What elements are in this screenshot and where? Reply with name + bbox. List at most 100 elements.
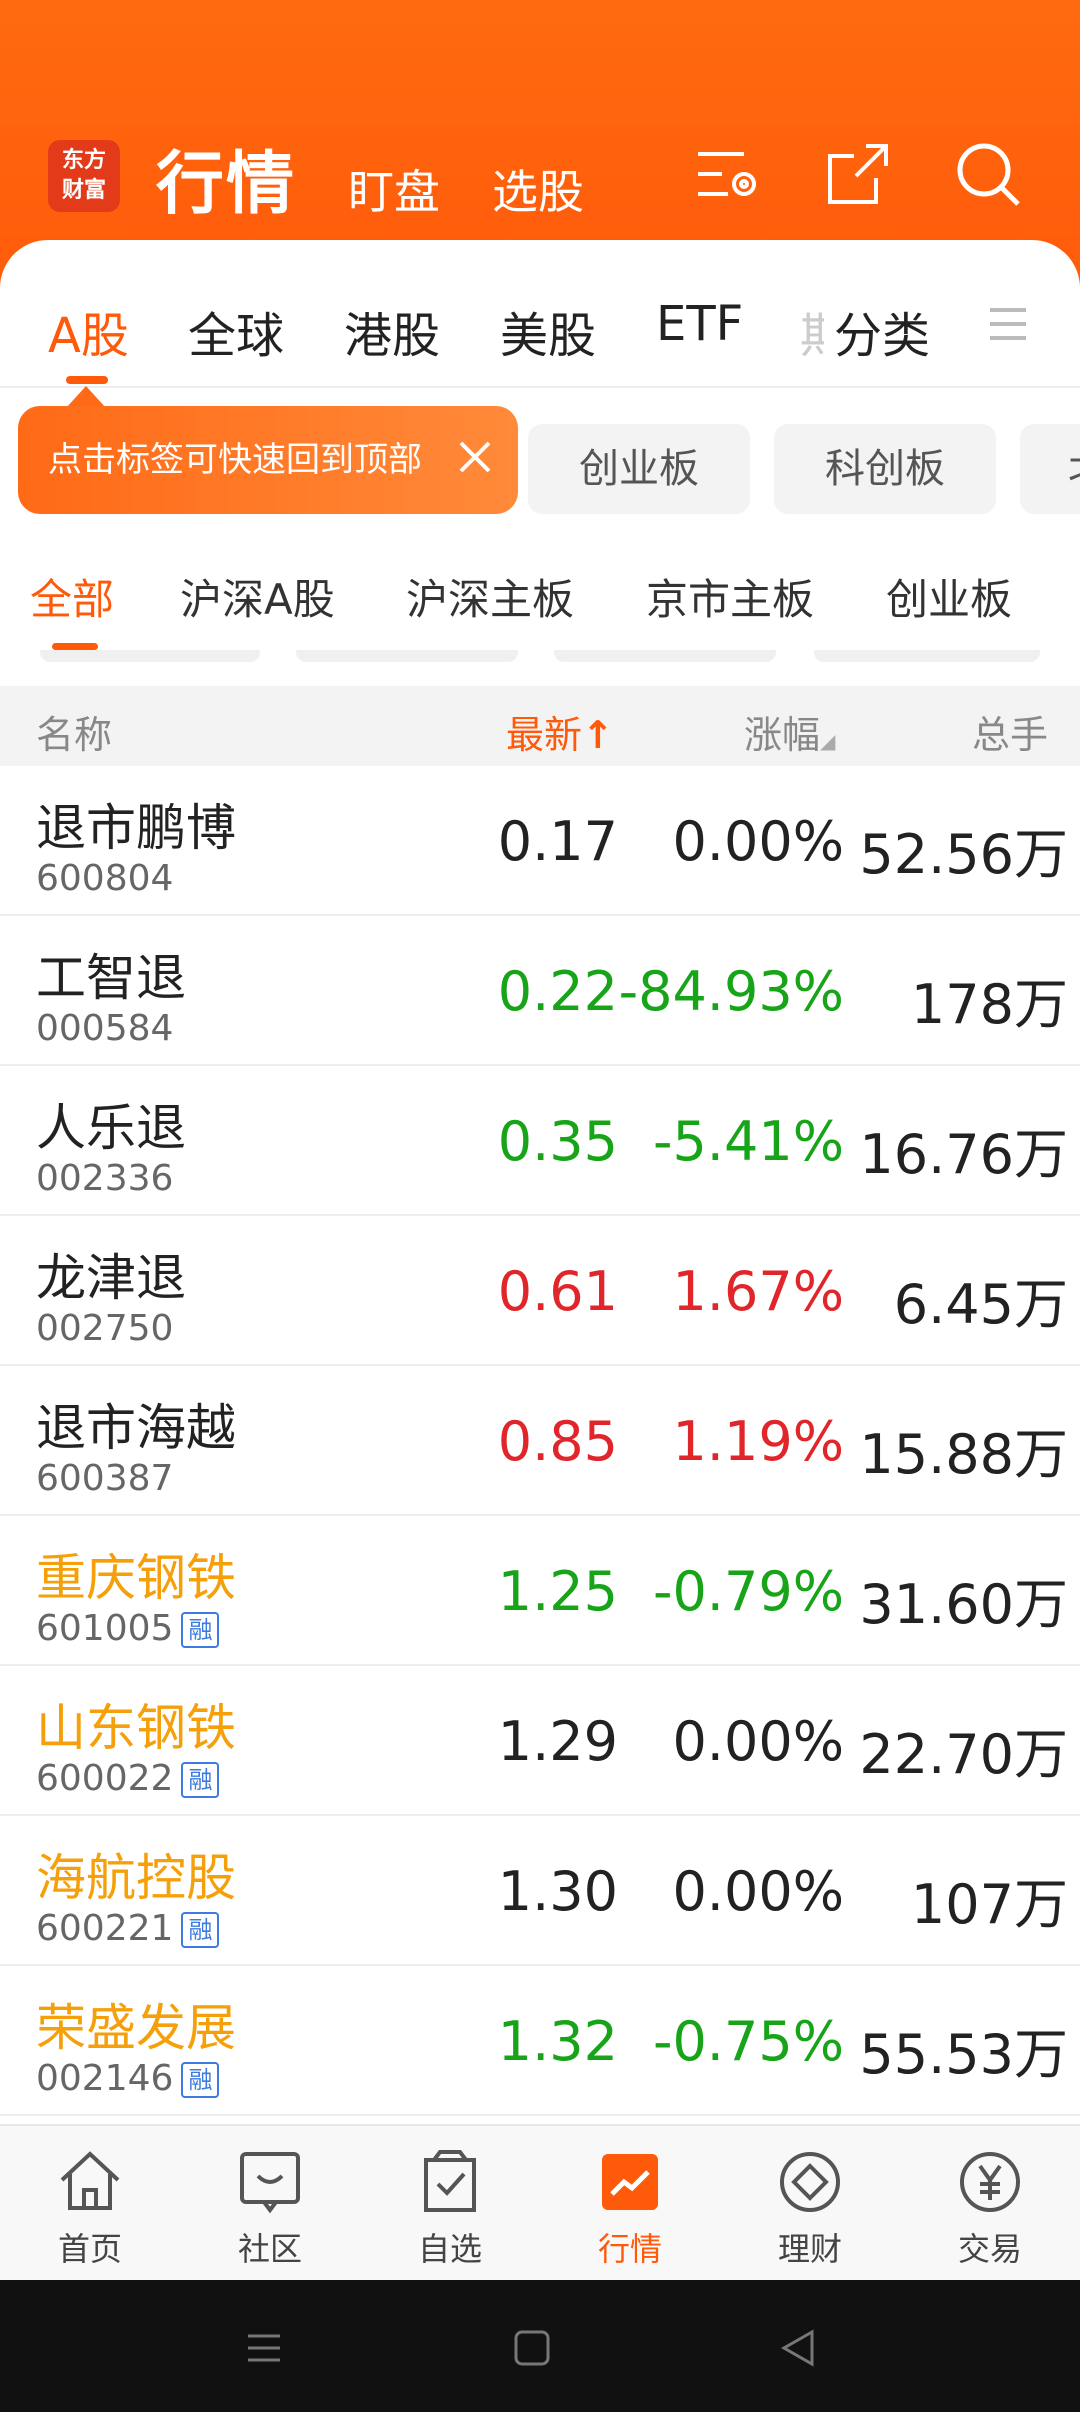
stock-code: 002750 bbox=[36, 1308, 174, 1349]
table-row[interactable]: 退市海越 600387 0.85 1.19% 15.88万 bbox=[0, 1366, 1080, 1516]
column-change[interactable]: 涨幅◢ bbox=[744, 704, 835, 759]
nav-watchlist[interactable]: 自选 bbox=[360, 2126, 540, 2282]
stock-volume: 31.60万 bbox=[859, 1573, 1068, 1636]
nav-community[interactable]: 社区 bbox=[180, 2126, 360, 2282]
subtab-bj-main[interactable]: 京市主板 bbox=[646, 566, 814, 627]
table-row[interactable]: 龙津退 002750 0.61 1.67% 6.45万 bbox=[0, 1216, 1080, 1366]
chip-bse-partial[interactable]: 北 bbox=[1020, 424, 1080, 514]
customize-settings-icon[interactable] bbox=[692, 138, 764, 210]
stock-code: 600387 bbox=[36, 1458, 174, 1499]
nav-wealth[interactable]: 理财 bbox=[720, 2126, 900, 2282]
scroll-top-tooltip: 点击标签可快速回到顶部 bbox=[18, 406, 518, 514]
table-row[interactable]: 工智退 000584 0.22 -84.93% 178万 bbox=[0, 916, 1080, 1066]
stock-name: 退市海越 bbox=[36, 1399, 236, 1457]
margin-badge: 融 bbox=[181, 1612, 220, 1648]
community-icon bbox=[234, 2146, 306, 2218]
stock-code: 601005 bbox=[36, 1608, 174, 1649]
nav-market[interactable]: 行情 bbox=[540, 2126, 720, 2282]
app-logo[interactable]: 东方 财富 bbox=[48, 140, 120, 212]
tab-etf[interactable]: ETF bbox=[656, 296, 743, 352]
column-latest-label: 最新 bbox=[506, 713, 583, 757]
stock-name: 人乐退 bbox=[36, 1099, 186, 1157]
stock-change: -0.75% bbox=[652, 2010, 844, 2073]
divider bbox=[0, 386, 1080, 388]
bottom-nav: 首页 社区 自选 行情 理财 交易 bbox=[0, 2124, 1080, 2280]
collapsed-chip-edge bbox=[814, 650, 1040, 662]
stock-code-wrap: 002336 bbox=[36, 1158, 173, 1199]
stock-volume: 52.56万 bbox=[859, 823, 1068, 886]
tab-category[interactable]: 分类 bbox=[834, 296, 930, 366]
home-icon bbox=[54, 2146, 126, 2218]
collapsed-chip-edge bbox=[296, 650, 518, 662]
tab-us[interactable]: 美股 bbox=[500, 296, 596, 366]
nav-home-label: 首页 bbox=[57, 2230, 122, 2268]
table-row[interactable]: 荣盛发展 002146 融 1.32 -0.75% 55.53万 bbox=[0, 1966, 1080, 2116]
stock-code-wrap: 002146 融 bbox=[36, 2058, 220, 2099]
nav-trade[interactable]: 交易 bbox=[900, 2126, 1080, 2282]
logo-line1: 东方 bbox=[61, 148, 106, 173]
tab-a-shares[interactable]: A股 bbox=[48, 296, 129, 366]
nav-watchlist-label: 自选 bbox=[417, 2230, 482, 2268]
subtab-all[interactable]: 全部 bbox=[30, 566, 114, 627]
stock-name: 龙津退 bbox=[36, 1249, 186, 1307]
stock-name: 退市鹏博 bbox=[36, 799, 236, 857]
stock-change: 1.67% bbox=[672, 1260, 844, 1323]
page-title: 行情 bbox=[156, 145, 297, 224]
stock-volume: 15.88万 bbox=[859, 1423, 1068, 1486]
stock-code-wrap: 600387 bbox=[36, 1458, 173, 1499]
watch-link[interactable]: 盯盘 bbox=[348, 156, 440, 222]
table-header: 名称 最新↑ 涨幅◢ 总手 bbox=[0, 686, 1080, 766]
tab-global[interactable]: 全球 bbox=[188, 296, 284, 366]
stock-code: 002336 bbox=[36, 1158, 174, 1199]
column-latest[interactable]: 最新↑ bbox=[506, 704, 614, 759]
tooltip-text: 点击标签可快速回到顶部 bbox=[48, 440, 422, 480]
system-nav-bar bbox=[0, 2280, 1080, 2412]
table-row[interactable]: 人乐退 002336 0.35 -5.41% 16.76万 bbox=[0, 1066, 1080, 1216]
column-change-label: 涨幅 bbox=[744, 713, 821, 757]
share-icon[interactable] bbox=[822, 138, 894, 210]
logo-line2: 财富 bbox=[61, 178, 106, 203]
stock-change: -5.41% bbox=[652, 1110, 844, 1173]
subtab-hs-main[interactable]: 沪深主板 bbox=[406, 566, 574, 627]
table-row[interactable]: 山东钢铁 600022 融 1.29 0.00% 22.70万 bbox=[0, 1666, 1080, 1816]
chip-star[interactable]: 科创板 bbox=[774, 424, 996, 514]
stock-name: 海航控股 bbox=[36, 1849, 236, 1907]
stock-price: 0.22 bbox=[497, 960, 618, 1023]
stock-price: 1.25 bbox=[497, 1560, 618, 1623]
stock-price: 1.29 bbox=[497, 1710, 618, 1773]
stock-change: 0.00% bbox=[672, 810, 844, 873]
nav-market-label: 行情 bbox=[597, 2230, 662, 2268]
close-icon[interactable] bbox=[455, 437, 495, 477]
table-row[interactable]: 退市鹏博 600804 0.17 0.00% 52.56万 bbox=[0, 766, 1080, 916]
subtab-indicator bbox=[52, 643, 98, 650]
stock-picker-link[interactable]: 选股 bbox=[492, 156, 584, 222]
app-root: 东方 财富 行情 盯盘 选股 A股 全球 港股 美股 ETF 分类 创业板 科创… bbox=[0, 0, 1080, 2412]
stock-price: 0.17 bbox=[497, 810, 618, 873]
stock-volume: 22.70万 bbox=[859, 1723, 1068, 1786]
stock-change: 0.00% bbox=[672, 1710, 844, 1773]
market-tab-indicator bbox=[66, 376, 108, 384]
home-button-icon[interactable] bbox=[508, 2324, 556, 2372]
menu-icon[interactable] bbox=[986, 302, 1030, 346]
table-row[interactable]: 海航控股 600221 融 1.30 0.00% 107万 bbox=[0, 1816, 1080, 1966]
nav-home[interactable]: 首页 bbox=[0, 2126, 180, 2282]
stock-volume: 107万 bbox=[910, 1873, 1068, 1936]
stock-code-wrap: 600221 融 bbox=[36, 1908, 220, 1949]
stock-price: 1.30 bbox=[497, 1860, 618, 1923]
column-name[interactable]: 名称 bbox=[36, 704, 112, 759]
tab-futures-partial[interactable]: 期 bbox=[800, 296, 824, 366]
stock-change: 0.00% bbox=[672, 1860, 844, 1923]
stock-change: -0.79% bbox=[652, 1560, 844, 1623]
search-icon[interactable] bbox=[952, 138, 1024, 210]
subtab-chinext[interactable]: 创业板 bbox=[886, 566, 1012, 627]
chip-chinext[interactable]: 创业板 bbox=[528, 424, 750, 514]
subtab-hs-a[interactable]: 沪深A股 bbox=[180, 566, 335, 627]
column-volume[interactable]: 总手 bbox=[972, 704, 1048, 759]
recent-apps-icon[interactable] bbox=[240, 2324, 288, 2372]
table-row[interactable]: 重庆钢铁 601005 融 1.25 -0.79% 31.60万 bbox=[0, 1516, 1080, 1666]
stock-volume: 16.76万 bbox=[859, 1123, 1068, 1186]
tab-hk[interactable]: 港股 bbox=[344, 296, 440, 366]
market-icon bbox=[594, 2146, 666, 2218]
back-icon[interactable] bbox=[774, 2324, 822, 2372]
stock-code: 002146 bbox=[36, 2058, 174, 2099]
